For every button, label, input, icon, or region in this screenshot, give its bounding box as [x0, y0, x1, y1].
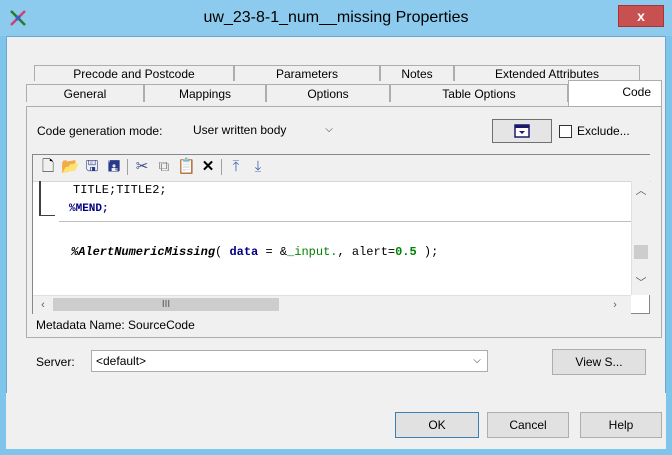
- tab-code[interactable]: Code: [568, 80, 662, 108]
- help-button[interactable]: Help: [580, 412, 662, 438]
- macro-call: %AlertNumericMissing: [71, 245, 216, 259]
- tab-general[interactable]: General: [26, 84, 144, 102]
- code-generation-mode-label: Code generation mode:: [37, 124, 163, 138]
- properties-window: uw_23-8-1_num__missing Properties x Prec…: [0, 0, 672, 455]
- move-down-icon[interactable]: ⤓: [249, 158, 267, 176]
- server-select[interactable]: <default> ⌵: [91, 350, 488, 372]
- fold-margin-line: [39, 181, 41, 215]
- code-generation-mode-select[interactable]: User written body ⌵: [188, 119, 340, 141]
- toolbar-separator: [127, 159, 128, 175]
- server-value: <default>: [96, 354, 147, 368]
- tab-notes[interactable]: Notes: [380, 65, 454, 81]
- close-button[interactable]: x: [618, 5, 664, 27]
- code-line-3: %AlertNumericMissing( data = &_input., a…: [71, 245, 439, 259]
- tab-precode-postcode[interactable]: Precode and Postcode: [34, 65, 234, 81]
- code-text-area[interactable]: TITLE;TITLE2; %MEND; %AlertNumericMissin…: [33, 181, 633, 295]
- title-bar[interactable]: uw_23-8-1_num__missing Properties x: [0, 0, 672, 36]
- metadata-name-label: Metadata Name: SourceCode: [36, 318, 195, 332]
- copy-icon[interactable]: ⧉: [155, 158, 173, 176]
- server-label: Server:: [36, 355, 75, 369]
- paste-icon[interactable]: 📋: [177, 158, 196, 176]
- scroll-right-icon[interactable]: ›: [607, 297, 623, 313]
- exclude-label: Exclude...: [577, 124, 630, 138]
- code-line-2: %MEND;: [69, 203, 109, 215]
- editor-window-icon: [514, 124, 530, 138]
- cancel-button[interactable]: Cancel: [487, 412, 569, 438]
- tab-mappings[interactable]: Mappings: [144, 84, 266, 102]
- scroll-down-icon[interactable]: ﹀: [633, 275, 649, 291]
- move-up-icon[interactable]: ⤒: [227, 158, 245, 176]
- chevron-down-icon: ⌵: [473, 355, 481, 366]
- open-folder-icon[interactable]: 📂: [61, 158, 80, 176]
- vertical-scroll-thumb[interactable]: [634, 245, 648, 259]
- tab-extended-attributes[interactable]: Extended Attributes: [454, 65, 640, 81]
- ok-button[interactable]: OK: [395, 412, 479, 438]
- tab-parameters[interactable]: Parameters: [234, 65, 380, 81]
- code-line-1: TITLE;TITLE2;: [73, 183, 167, 197]
- new-document-icon[interactable]: 🗋: [39, 158, 57, 176]
- vertical-scrollbar[interactable]: ︿ ﹀: [631, 181, 650, 295]
- cut-icon[interactable]: ✂: [133, 158, 151, 176]
- delete-icon[interactable]: ✕: [199, 158, 217, 176]
- fold-margin-corner: [39, 215, 55, 216]
- view-server-button[interactable]: View S...: [552, 349, 646, 375]
- scroll-up-icon[interactable]: ︿: [633, 183, 649, 199]
- code-editor-toggle-button[interactable]: [492, 119, 552, 143]
- code-divider: [59, 221, 633, 222]
- save-as-icon[interactable]: 🖪: [105, 158, 123, 176]
- tab-table-options[interactable]: Table Options: [390, 84, 568, 102]
- horizontal-scroll-thumb[interactable]: III: [53, 298, 279, 311]
- tab-options[interactable]: Options: [266, 84, 390, 102]
- toolbar-separator: [221, 159, 222, 175]
- save-icon[interactable]: 🖫: [83, 158, 101, 176]
- horizontal-scrollbar[interactable]: ‹ III ›: [33, 295, 631, 314]
- code-generation-mode-value: User written body: [193, 123, 287, 137]
- scroll-left-icon[interactable]: ‹: [35, 297, 51, 313]
- code-editor: 🗋 📂 🖫 🖪 ✂ ⧉ 📋 ✕ ⤒ ⤓ TITLE;TITLE2; %MEND;…: [32, 154, 651, 314]
- window-title: uw_23-8-1_num__missing Properties: [203, 9, 469, 26]
- editor-toolbar: 🗋 📂 🖫 🖪 ✂ ⧉ 📋 ✕ ⤒ ⤓: [33, 155, 651, 182]
- exclude-checkbox[interactable]: [559, 125, 572, 138]
- chevron-down-icon: ⌵: [325, 124, 333, 135]
